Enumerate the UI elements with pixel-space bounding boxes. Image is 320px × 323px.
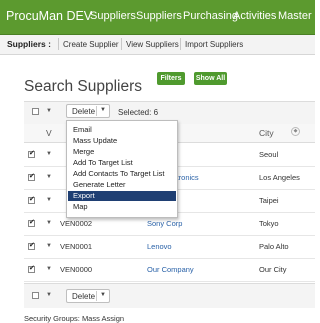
menu-item-add-to-target-list[interactable]: Add To Target List [68,158,176,168]
menu-item-add-contacts-to-target-list[interactable]: Add Contacts To Target List [68,169,176,179]
select-all-checkbox[interactable] [32,108,39,115]
delete-label: Delete [72,292,96,301]
chevron-down-icon[interactable]: ▼ [100,107,106,113]
supplier-name-link[interactable]: Our Company [147,265,194,274]
table-row[interactable]: ▼ VEN0001 Lenovo Palo Alto [24,235,315,259]
nav-item-master-data[interactable]: Master Da [278,10,320,22]
row-checkbox[interactable] [28,195,35,204]
vendor-code: VEN0001 [60,242,93,251]
row-checkbox[interactable] [28,218,35,227]
module-title: Suppliers : [7,39,51,49]
chevron-down-icon[interactable]: ▼ [100,292,106,298]
import-suppliers-link[interactable]: Import Suppliers [185,40,243,49]
nav-item-suppliers-menu[interactable]: Suppliers [136,10,182,22]
divider [58,38,59,50]
select-all-checkbox-bottom[interactable] [32,292,39,299]
page-title: Search Suppliers [24,78,143,95]
bulk-action-menu: Email Mass Update Merge Add To Target Li… [66,120,178,218]
chevron-down-icon[interactable]: ▼ [46,108,52,114]
city-cell: Taipei [259,196,279,205]
city-column-header[interactable]: City [259,128,274,138]
delete-label: Delete [72,107,96,116]
city-cell: Our City [259,265,287,274]
city-cell: Seoul [259,150,279,159]
app-brand[interactable]: ProcuMan DEV [6,9,92,23]
supplier-name-link[interactable]: Lenovo [147,242,172,251]
menu-item-map[interactable]: Map [68,202,176,212]
chevron-down-icon[interactable]: ▼ [46,292,52,298]
nav-item-activities[interactable]: Activities [233,10,276,22]
chevron-down-icon[interactable]: ▼ [46,220,52,226]
city-cell: Palo Alto [259,242,289,251]
menu-item-export[interactable]: Export [68,191,176,201]
security-groups-label: Security Groups: Mass Assign [24,314,125,323]
delete-actions-button[interactable]: Delete ▼ [66,104,110,118]
divider [180,38,181,50]
menu-item-merge[interactable]: Merge [68,147,176,157]
chevron-down-icon[interactable]: ▼ [46,174,52,180]
chevron-down-icon[interactable]: ▼ [46,197,52,203]
vendor-code: VEN0002 [60,219,93,228]
supplier-name-link[interactable]: Sony Corp [147,219,182,228]
divider [96,291,97,301]
nav-item-purchasing[interactable]: Purchasing [183,10,238,22]
module-subnav: Suppliers : Create Supplier View Supplie… [0,35,315,55]
sort-icon[interactable]: ◆ [291,127,300,136]
row-checkbox[interactable] [28,241,35,250]
row-checkbox[interactable] [28,172,35,181]
show-all-button[interactable]: Show All [194,72,227,85]
divider [96,106,97,116]
menu-item-generate-letter[interactable]: Generate Letter [68,180,176,190]
selected-count: Selected: 6 [118,108,159,117]
divider [121,38,122,50]
menu-item-email[interactable]: Email [68,125,176,135]
chevron-down-icon[interactable]: ▼ [46,266,52,272]
create-supplier-link[interactable]: Create Supplier [63,40,119,49]
nav-item-suppliers[interactable]: Suppliers [90,10,136,22]
chevron-down-icon[interactable]: ▼ [46,243,52,249]
delete-actions-button-bottom[interactable]: Delete ▼ [66,289,110,303]
row-checkbox[interactable] [28,264,35,273]
city-cell: Los Angeles [259,173,300,182]
filters-button[interactable]: Filters [157,72,185,85]
vendor-column-header[interactable]: V [46,128,52,138]
city-cell: Tokyo [259,219,279,228]
table-row[interactable]: ▼ VEN0000 Our Company Our City [24,258,315,282]
menu-item-mass-update[interactable]: Mass Update [68,136,176,146]
top-nav: ProcuMan DEV Suppliers Suppliers Purchas… [0,0,320,35]
vendor-code: VEN0000 [60,265,93,274]
chevron-down-icon[interactable]: ▼ [46,151,52,157]
row-checkbox[interactable] [28,149,35,158]
view-suppliers-link[interactable]: View Suppliers [126,40,179,49]
